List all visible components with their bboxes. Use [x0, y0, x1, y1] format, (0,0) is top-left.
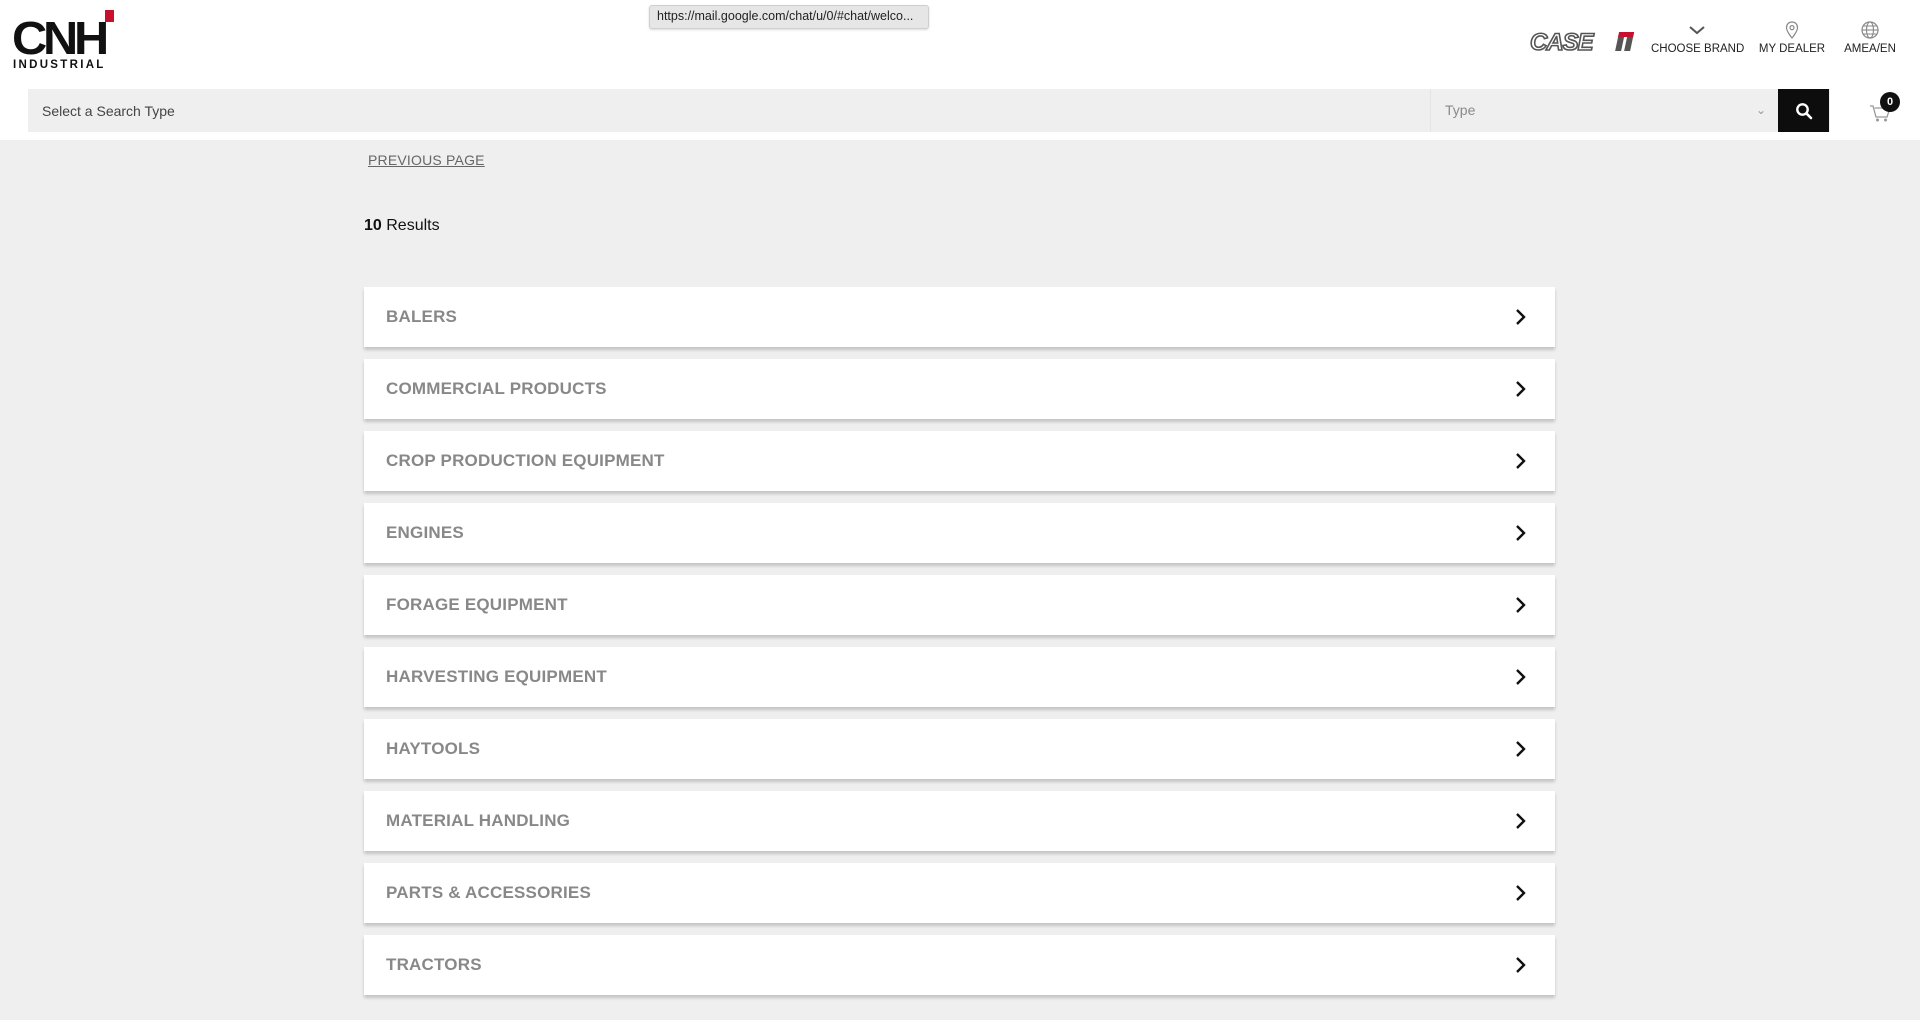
my-dealer-button[interactable]: MY DEALER [1756, 20, 1828, 60]
logo-sub-text: INDUSTRIAL [13, 59, 106, 71]
category-label: CROP PRODUCTION EQUIPMENT [386, 451, 665, 470]
category-row[interactable]: CROP PRODUCTION EQUIPMENT [364, 431, 1555, 491]
region-label: AMEA/EN [1844, 43, 1896, 55]
region-language-button[interactable]: AMEA/EN [1840, 20, 1900, 60]
choose-brand-label: CHOOSE BRAND [1651, 43, 1745, 55]
svg-text:CASE: CASE [1530, 29, 1595, 56]
status-url-tooltip: https://mail.google.com/chat/u/0/#chat/w… [649, 5, 929, 29]
search-bar: Type ⌄ [28, 89, 1830, 132]
globe-icon [1861, 21, 1879, 39]
results-count: 10 Results [364, 217, 440, 235]
case-ih-logo[interactable]: CASE [1530, 28, 1642, 56]
site-header: CNH INDUSTRIAL https://mail.google.com/c… [0, 0, 1920, 140]
chevron-right-icon [1516, 309, 1526, 325]
category-row[interactable]: TRACTORS [364, 935, 1555, 995]
chevron-right-icon [1516, 885, 1526, 901]
previous-page-link[interactable]: PREVIOUS PAGE [368, 152, 485, 168]
chevron-right-icon [1516, 525, 1526, 541]
logo-red-mark [105, 10, 114, 22]
category-label: ENGINES [386, 523, 464, 542]
category-row[interactable]: HARVESTING EQUIPMENT [364, 647, 1555, 707]
chevron-right-icon [1516, 741, 1526, 757]
category-row[interactable]: HAYTOOLS [364, 719, 1555, 779]
category-label: HAYTOOLS [386, 739, 481, 758]
cart-count-badge: 0 [1880, 92, 1900, 112]
my-dealer-label: MY DEALER [1758, 43, 1826, 55]
location-pin-icon [1785, 21, 1799, 39]
results-label: Results [386, 217, 440, 234]
choose-brand-button[interactable]: CHOOSE BRAND [1651, 20, 1745, 60]
category-label: BALERS [386, 307, 458, 326]
category-label: TRACTORS [386, 955, 482, 974]
category-label: MATERIAL HANDLING [386, 811, 571, 830]
search-input[interactable] [28, 89, 1408, 132]
category-row[interactable]: PARTS & ACCESSORIES [364, 863, 1555, 923]
category-label: HARVESTING EQUIPMENT [386, 667, 607, 686]
category-row[interactable]: BALERS [364, 287, 1555, 347]
chevron-right-icon [1516, 381, 1526, 397]
results-number: 10 [364, 217, 382, 234]
cnh-industrial-logo[interactable]: CNH INDUSTRIAL [12, 10, 116, 72]
search-button[interactable] [1778, 89, 1829, 132]
category-label: COMMERCIAL PRODUCTS [386, 379, 607, 398]
category-label: PARTS & ACCESSORIES [386, 883, 591, 902]
chevron-down-icon [1689, 26, 1705, 35]
search-icon [1795, 102, 1812, 119]
chevron-right-icon [1516, 957, 1526, 973]
search-type-value: Type [1445, 102, 1476, 118]
category-row[interactable]: COMMERCIAL PRODUCTS [364, 359, 1555, 419]
category-label: FORAGE EQUIPMENT [386, 595, 568, 614]
search-type-select[interactable]: Type ⌄ [1430, 89, 1780, 132]
chevron-down-icon: ⌄ [1755, 103, 1766, 117]
category-row[interactable]: ENGINES [364, 503, 1555, 563]
chevron-right-icon [1516, 453, 1526, 469]
category-row[interactable]: FORAGE EQUIPMENT [364, 575, 1555, 635]
chevron-right-icon [1516, 669, 1526, 685]
category-row[interactable]: MATERIAL HANDLING [364, 791, 1555, 851]
chevron-right-icon [1516, 597, 1526, 613]
logo-main-text: CNH [12, 12, 109, 64]
chevron-right-icon [1516, 813, 1526, 829]
category-list: BALERS COMMERCIAL PRODUCTS CROP PRODUCTI… [364, 287, 1555, 1007]
